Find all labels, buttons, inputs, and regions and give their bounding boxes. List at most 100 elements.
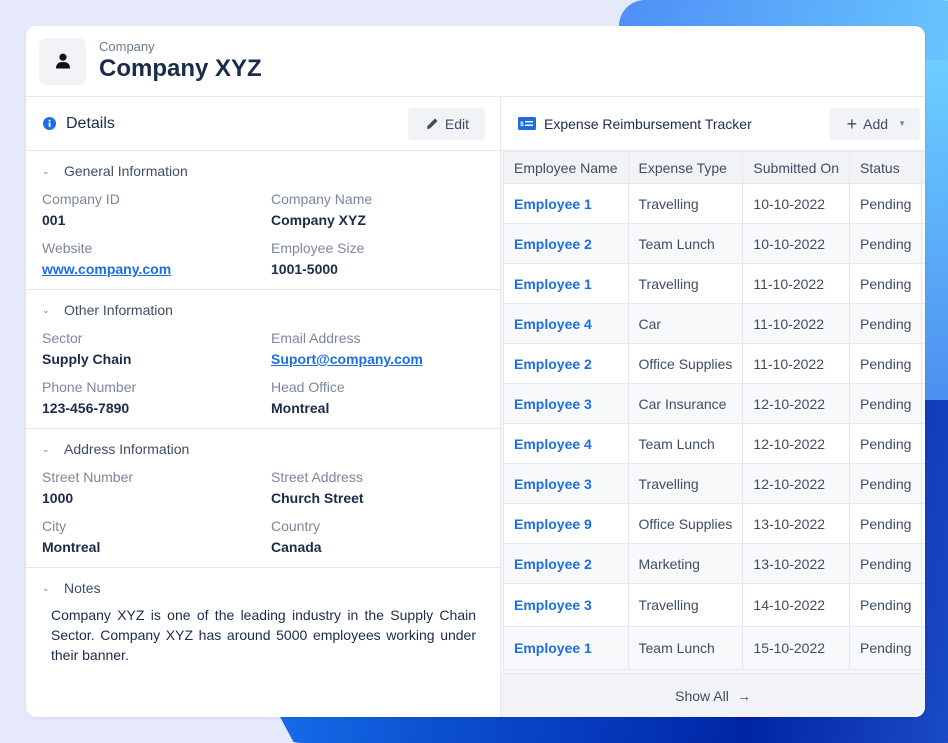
- employee-name-link[interactable]: Employee 1: [503, 626, 629, 670]
- plus-icon: +: [846, 113, 858, 134]
- status-cell: Pending: [849, 626, 923, 670]
- employee-name-link[interactable]: Employee 1: [503, 183, 629, 224]
- section-toggle[interactable]: ⌄ General Information: [42, 163, 484, 179]
- details-panel: Details Edit ⌄ General Information Compan…: [26, 97, 501, 717]
- status-cell: Pending: [849, 183, 923, 224]
- more-options-icon[interactable]: ⋮: [921, 423, 925, 464]
- status-cell: Pending: [849, 463, 923, 504]
- employee-name-link[interactable]: Employee 3: [503, 583, 629, 627]
- status-cell: Pending: [849, 343, 923, 384]
- status-cell: Pending: [849, 583, 923, 627]
- field-value: 1000: [42, 490, 74, 506]
- page-subtitle: Company: [99, 39, 155, 54]
- company-card: Company Company XYZ Details Edit ⌄ Genera…: [26, 26, 925, 717]
- details-title: Details: [66, 114, 115, 132]
- edit-button[interactable]: Edit: [407, 107, 485, 140]
- field-value: 001: [42, 212, 66, 228]
- more-options-icon[interactable]: ⋮: [921, 583, 925, 627]
- section-general-information: ⌄ General Information Company ID 001 Compa…: [26, 151, 500, 290]
- more-options-icon[interactable]: ⋮: [921, 183, 925, 224]
- section-toggle[interactable]: ⌄ Notes: [42, 580, 476, 596]
- field-label: Street Address: [271, 469, 363, 485]
- submitted-on-cell: 13-10-2022: [742, 503, 851, 544]
- more-options-icon[interactable]: ⋮: [921, 303, 925, 344]
- field-value: Supply Chain: [42, 351, 132, 367]
- table-row: Employee 3Travelling14-10-2022Pending⋮: [503, 583, 925, 627]
- employee-name-link[interactable]: Employee 1: [503, 263, 629, 304]
- submitted-on-cell: 11-10-2022: [742, 343, 851, 384]
- page-header: Company Company XYZ: [26, 26, 925, 97]
- tracker-title: Expense Reimbursement Tracker: [544, 115, 752, 132]
- more-options-icon[interactable]: ⋮: [921, 503, 925, 544]
- more-options-icon[interactable]: ⋮: [921, 543, 925, 584]
- employee-name-link[interactable]: Employee 4: [503, 423, 629, 464]
- section-notes: ⌄ Notes Company XYZ is one of the leading…: [26, 568, 500, 665]
- employee-name-link[interactable]: Employee 2: [503, 343, 629, 384]
- employee-name-link[interactable]: Employee 3: [503, 383, 629, 424]
- expense-type-cell: Office Supplies: [627, 503, 744, 544]
- pencil-icon: [426, 118, 438, 129]
- table-row: Employee 3 Car Insurance 12-10-2022 Pending…: [503, 383, 925, 424]
- table-row: Employee 2Team Lunch10-10-2022Pending⋮: [503, 223, 925, 264]
- submitted-on-cell: 14-10-2022: [742, 583, 851, 627]
- submitted-on-cell: 11-10-2022: [742, 303, 851, 344]
- section-toggle[interactable]: ⌄ Address Information: [42, 441, 484, 457]
- arrow-right-icon: →: [736, 687, 751, 704]
- more-options-icon[interactable]: ⋮: [921, 223, 925, 264]
- expense-type-cell: Travelling: [627, 583, 744, 627]
- notes-text: Company XYZ is one of the leading indust…: [51, 607, 476, 663]
- status-cell: Pending: [849, 303, 923, 344]
- table-row: Employee 1Team Lunch15-10-2022Pending⋮: [503, 626, 925, 670]
- status-cell: Pending: [849, 543, 923, 584]
- expense-type-cell: Office Supplies: [627, 343, 744, 384]
- column-header[interactable]: Submitted On: [742, 151, 851, 184]
- submitted-on-cell: 12-10-2022: [742, 463, 851, 504]
- expense-type-cell: Car: [627, 303, 744, 344]
- field-label: Street Number: [42, 469, 134, 485]
- expense-card-icon: $: [518, 117, 536, 130]
- chevron-down-icon: ⌄: [42, 443, 50, 454]
- add-button[interactable]: + Add ▼: [828, 107, 920, 140]
- avatar: [39, 37, 86, 85]
- expense-type-cell: Travelling: [627, 263, 744, 304]
- expense-type-cell: Marketing: [627, 543, 744, 584]
- more-options-icon[interactable]: ⋮: [921, 343, 925, 384]
- website-link[interactable]: www.company.com: [42, 261, 271, 277]
- more-options-icon[interactable]: ⋮: [921, 463, 925, 504]
- field-value: Montreal: [42, 539, 101, 555]
- expense-tracker-panel: $ Expense Reimbursement Tracker + Add ▼ …: [501, 97, 925, 717]
- info-icon: [43, 117, 56, 130]
- status-cell: Pending: [849, 383, 923, 424]
- employee-name-link[interactable]: Employee 4: [503, 303, 629, 344]
- show-all-button[interactable]: Show All →: [501, 673, 925, 717]
- field-value: Church Street: [271, 490, 364, 506]
- email-link[interactable]: Suport@company.com: [271, 351, 471, 367]
- employee-name-link[interactable]: Employee 3: [503, 463, 629, 504]
- more-options-icon[interactable]: ⋮: [921, 383, 925, 424]
- expense-type-cell: Team Lunch: [627, 626, 744, 670]
- field-label: Head Office: [271, 379, 345, 395]
- section-address-information: ⌄ Address Information Street Number 1000 S…: [26, 429, 500, 568]
- section-toggle[interactable]: ⌄ Other Information: [42, 302, 484, 318]
- field-label: Country: [271, 518, 321, 534]
- employee-name-link[interactable]: Employee 2: [503, 543, 629, 584]
- column-header[interactable]: Employee Name: [503, 151, 629, 184]
- more-options-icon[interactable]: ⋮: [921, 626, 925, 670]
- chevron-down-icon: ⌄: [42, 304, 50, 315]
- table-row: Employee 4Team Lunch12-10-2022Pending⋮: [503, 423, 925, 464]
- employee-name-link[interactable]: Employee 9: [503, 503, 629, 544]
- field-label: Company Name: [271, 191, 373, 207]
- expense-type-cell: Travelling: [627, 183, 744, 224]
- caret-down-icon: ▼: [898, 119, 906, 128]
- column-header[interactable]: Status: [849, 151, 923, 184]
- table-row: Employee 4Car11-10-2022Pending⋮: [503, 303, 925, 344]
- status-cell: Pending: [849, 263, 923, 304]
- table-row: Employee 3Travelling12-10-2022Pending⋮: [503, 463, 925, 504]
- submitted-on-cell: 13-10-2022: [742, 543, 851, 584]
- more-options-icon[interactable]: ⋮: [921, 263, 925, 304]
- field-value: Montreal: [271, 400, 330, 416]
- employee-name-link[interactable]: Employee 2: [503, 223, 629, 264]
- expense-type-cell: Team Lunch: [627, 423, 744, 464]
- column-header[interactable]: Expense Type: [627, 151, 744, 184]
- section-other-information: ⌄ Other Information Sector Supply Chain Em…: [26, 290, 500, 429]
